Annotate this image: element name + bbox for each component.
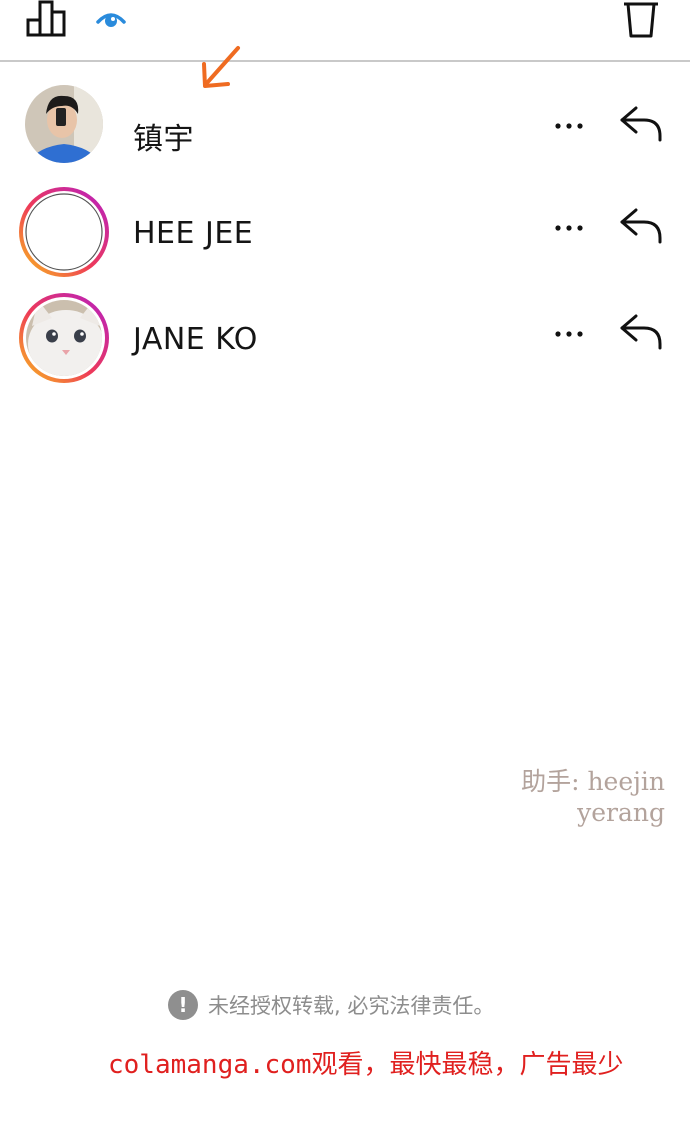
reply-arrow-icon[interactable]: [618, 102, 664, 144]
site-watermark-text: colamanga.com观看，最快最稳，广告最少: [108, 1050, 624, 1080]
copyright-notice: ! 未经授权转载, 必究法律责任。: [168, 989, 494, 1021]
eye-icon[interactable]: [96, 6, 126, 30]
viewer-row[interactable]: JANE KO: [0, 292, 690, 392]
more-dots-icon[interactable]: [550, 218, 590, 238]
bar-chart-icon[interactable]: [26, 0, 68, 38]
story-viewer-toolbar: [0, 0, 690, 62]
notice-text: 未经授权转载, 必究法律责任。: [208, 994, 495, 1018]
avatar[interactable]: [16, 292, 112, 388]
viewer-row[interactable]: HEE JEE: [0, 186, 690, 286]
more-dots-icon[interactable]: [550, 116, 590, 136]
more-dots-icon[interactable]: [550, 324, 590, 344]
credit-line: 助手: heejin: [521, 767, 665, 796]
avatar[interactable]: [16, 186, 112, 282]
credit-line: yerang: [577, 798, 665, 827]
viewer-row[interactable]: 镇宇: [0, 84, 690, 184]
avatar[interactable]: [16, 84, 112, 180]
trash-icon[interactable]: [620, 0, 662, 40]
reply-arrow-icon[interactable]: [618, 310, 664, 352]
viewer-name[interactable]: HEE JEE: [133, 216, 253, 251]
viewer-name[interactable]: 镇宇: [133, 114, 194, 158]
warning-icon: !: [168, 990, 198, 1020]
viewer-name[interactable]: JANE KO: [133, 322, 258, 357]
assistant-credit: 助手: heejin yerang: [521, 766, 665, 828]
reply-arrow-icon[interactable]: [618, 204, 664, 246]
